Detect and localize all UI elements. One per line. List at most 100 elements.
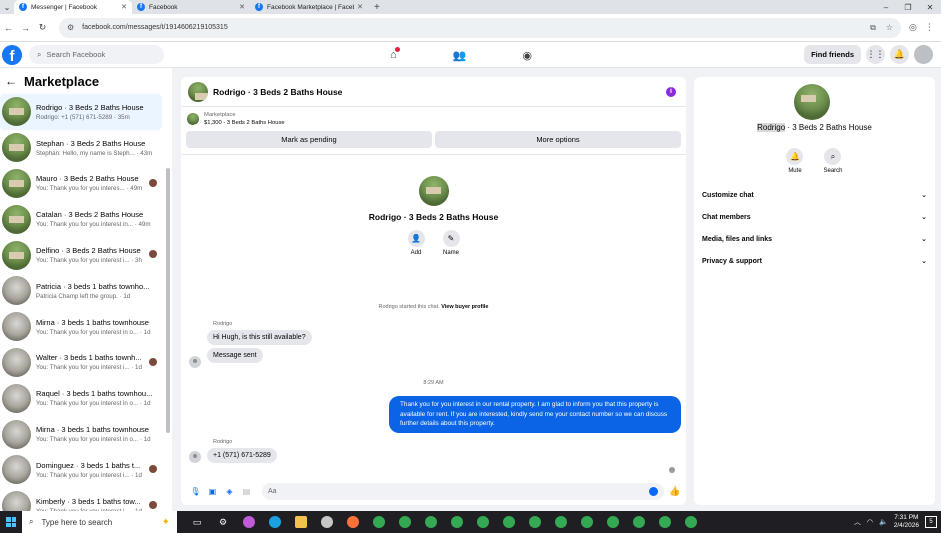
conversation-item[interactable]: Patricia · 3 beds 1 baths townho... Patri… (0, 273, 172, 309)
close-tab-icon[interactable]: ✕ (239, 3, 245, 11)
chat-title[interactable]: Rodrigo · 3 Beds 2 Baths House (213, 87, 342, 97)
edge-icon[interactable] (265, 514, 285, 530)
start-button[interactable] (0, 517, 22, 527)
task-view-icon[interactable]: ▭ (187, 514, 207, 530)
incoming-message[interactable]: Message sent (207, 348, 263, 363)
chrome-icon[interactable] (603, 514, 623, 530)
sidebar-scrollbar[interactable] (166, 168, 170, 433)
microphone-icon[interactable]: 🎙 (187, 487, 204, 496)
browser-profile-icon[interactable]: ◎ (909, 22, 917, 33)
conversation-item[interactable]: Mirna · 3 beds 1 baths townhouse You: Tha… (0, 309, 172, 345)
notifications-bell-icon[interactable]: 🔔 (890, 45, 909, 64)
conversation-item[interactable]: Mirna · 3 beds 1 baths townhouse You: Tha… (0, 416, 172, 452)
tab-search-icon[interactable]: ⌄ (0, 3, 14, 12)
chrome-icon[interactable] (369, 514, 389, 530)
conversation-item[interactable]: Delfino · 3 Beds 2 Baths House You: Thank… (0, 237, 172, 273)
incoming-message[interactable]: Hi Hugh, is this still available? (207, 330, 312, 345)
forward-icon[interactable]: → (17, 23, 34, 33)
groups-icon[interactable]: ◉ (522, 49, 532, 62)
tab-facebook[interactable]: f Facebook ✕ (132, 0, 250, 14)
section-customize-chat[interactable]: Customize chat ⌄ (694, 184, 935, 206)
site-settings-icon[interactable]: ⚙ (67, 23, 74, 32)
listing-row[interactable]: Marketplace $1,300 - 3 Beds 2 Baths Hous… (181, 107, 686, 129)
message-timestamp: 8:29 AM (423, 380, 444, 386)
conversation-item[interactable]: Raquel · 3 beds 1 baths townhou... You: T… (0, 380, 172, 416)
chrome-icon[interactable] (681, 514, 701, 530)
settings-icon[interactable]: ⚙ (213, 514, 233, 530)
chrome-icon[interactable] (629, 514, 649, 530)
sender-avatar[interactable] (189, 356, 201, 368)
section-media-files-links[interactable]: Media, files and links ⌄ (694, 228, 935, 250)
conversation-item[interactable]: Walter · 3 beds 1 baths townh... You: Tha… (0, 345, 172, 381)
home-icon[interactable]: ⌂ (390, 47, 400, 61)
chat-avatar[interactable] (188, 81, 208, 102)
bookmark-star-icon[interactable]: ☆ (886, 23, 893, 33)
more-options-button[interactable]: More options (435, 131, 681, 148)
outgoing-message[interactable]: Thank you for you interest in our rental… (389, 396, 681, 433)
chrome-icon[interactable] (447, 514, 467, 530)
account-avatar[interactable] (914, 45, 933, 64)
back-icon[interactable]: ← (0, 23, 17, 33)
conversation-item[interactable]: Stephan · 3 Beds 2 Baths House Stephan: H… (0, 130, 172, 166)
chrome-icon[interactable] (395, 514, 415, 530)
conversation-item[interactable]: Mauro · 3 Beds 2 Baths House You: Thank y… (0, 166, 172, 202)
browser-menu-icon[interactable]: ⋮ (925, 22, 934, 33)
sticker-icon[interactable]: ◈ (221, 487, 238, 496)
conversation-item[interactable]: Kimberly · 3 beds 1 baths tow...You: Tha… (0, 488, 172, 511)
mark-as-pending-button[interactable]: Mark as pending (186, 131, 432, 148)
copilot-icon[interactable] (239, 514, 259, 530)
friends-icon[interactable]: 👥 (453, 49, 467, 62)
chrome-icon[interactable] (473, 514, 493, 530)
chrome-icon[interactable] (421, 514, 441, 530)
conversation-info-icon[interactable]: i (666, 86, 676, 97)
reload-icon[interactable]: ↻ (34, 22, 51, 33)
clock[interactable]: 7:31 PM 2/4/2026 (894, 514, 919, 530)
tab-messenger[interactable]: f Messenger | Facebook ✕ (14, 0, 132, 14)
back-arrow-icon[interactable]: ← (5, 74, 17, 88)
view-buyer-profile-link[interactable]: View buyer profile (441, 304, 488, 310)
firefox-icon[interactable] (343, 514, 363, 530)
chrome-icon[interactable] (499, 514, 519, 530)
volume-icon[interactable]: 🔈 (879, 518, 888, 526)
close-tab-icon[interactable]: ✕ (357, 3, 363, 11)
taskbar-search[interactable]: ⌕ Type here to search ✦ (22, 511, 177, 533)
photos-icon[interactable] (317, 514, 337, 530)
menu-grid-icon[interactable]: ⋮⋮ (866, 45, 885, 64)
info-avatar[interactable] (794, 84, 830, 120)
chrome-icon[interactable] (525, 514, 545, 530)
facebook-search-input[interactable]: ⌕ Search Facebook (29, 45, 164, 64)
gif-icon[interactable]: ▤ (238, 487, 255, 496)
section-chat-members[interactable]: Chat members ⌄ (694, 206, 935, 228)
emoji-icon[interactable] (649, 486, 658, 496)
conversation-item[interactable]: Rodrigo · 3 Beds 2 Baths House Rodrigo: +… (0, 94, 162, 130)
close-window-icon[interactable]: ✕ (919, 3, 941, 12)
notification-center-icon[interactable]: 5 (925, 516, 937, 528)
photo-icon[interactable]: ▣ (204, 487, 221, 496)
section-privacy-support[interactable]: Privacy & support ⌄ (694, 250, 935, 272)
install-app-icon[interactable]: ⧉ (870, 23, 876, 33)
sender-avatar[interactable] (189, 451, 201, 463)
message-input[interactable]: Aa (262, 482, 664, 500)
mute-button[interactable]: 🔔 Mute (786, 148, 804, 174)
name-button[interactable]: ✎ Name (442, 230, 460, 256)
chrome-icon[interactable] (655, 514, 675, 530)
restore-icon[interactable]: ❐ (897, 3, 919, 12)
conversation-item[interactable]: Dominguez · 3 beds 1 baths t... You: Than… (0, 452, 172, 488)
new-tab-button[interactable]: + (368, 2, 386, 13)
minimize-icon[interactable]: – (875, 3, 897, 12)
find-friends-button[interactable]: Find friends (804, 45, 861, 64)
search-in-chat-button[interactable]: ⌕ Search (823, 148, 843, 174)
chrome-icon[interactable] (577, 514, 597, 530)
facebook-logo-icon[interactable]: f (2, 44, 22, 65)
incoming-message[interactable]: +1 (571) 671-5289 (207, 448, 277, 463)
close-tab-icon[interactable]: ✕ (121, 3, 127, 11)
tab-marketplace[interactable]: f Facebook Marketplace | Facebo ✕ (250, 0, 368, 14)
thumbs-up-icon[interactable]: 👍 (669, 486, 680, 497)
chrome-icon[interactable] (551, 514, 571, 530)
address-bar[interactable]: ⚙ facebook.com/messages/t/19146062191053… (59, 17, 901, 38)
add-button[interactable]: 👤 Add (407, 230, 425, 256)
chevron-up-icon[interactable]: ︿ (854, 517, 861, 527)
file-explorer-icon[interactable] (291, 514, 311, 530)
conversation-item[interactable]: Catalan · 3 Beds 2 Baths House You: Thank… (0, 201, 172, 237)
wifi-icon[interactable]: ◠ (867, 518, 873, 526)
